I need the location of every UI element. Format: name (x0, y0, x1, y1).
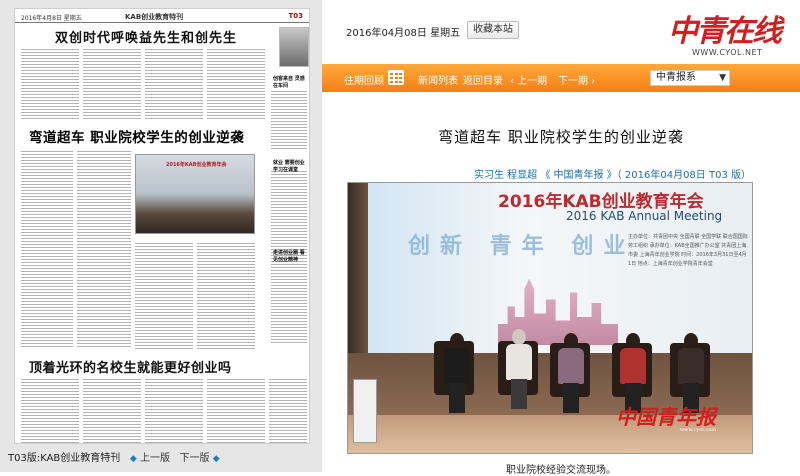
paper-headline-3[interactable]: 顶着光环的名校生就能更好创业吗 (29, 357, 232, 376)
article-photo: 2016年KAB创业教育年会 2016 KAB Annual Meeting 创… (347, 182, 753, 454)
newspaper-page[interactable]: 2016年4月8日 星期五 KAB创业教育特刊 T03 双创时代呼唤益先生和创先… (14, 8, 310, 444)
next-page-link[interactable]: 下一版 (180, 453, 210, 464)
paper-text-column (145, 377, 203, 443)
paper-text-column (207, 377, 265, 443)
nav-news-list[interactable]: 新闻列表 (418, 72, 458, 87)
paper-text-column (21, 149, 73, 349)
paper-page-number: T03 (288, 12, 303, 20)
screen-info: 主办单位：共青团中央 全国青联 全国学联 联合国国际劳工组织 承办单位：KAB全… (628, 234, 748, 267)
paper-section: KAB创业教育特刊 (125, 13, 184, 21)
grid-view-icon[interactable] (388, 70, 404, 85)
prev-arrow-icon: ◆ (129, 454, 137, 464)
logo-text: 中青在线 (668, 14, 782, 49)
article-byline: 实习生 程显超 《 中国青年报 》（ 2016年04月08日 T03 版） (474, 170, 751, 181)
paper-text-column (269, 377, 307, 443)
paper-text-column (83, 377, 141, 443)
paper-headline-1[interactable]: 双创时代呼唤益先生和创先生 (55, 27, 237, 46)
logo-url: WWW.CYOL.NET (692, 48, 763, 57)
panelist (554, 333, 588, 417)
paper-headline-2[interactable]: 弯道超车 职业院校学生的创业逆袭 (29, 126, 244, 146)
prev-page-link[interactable]: 上一版 (140, 453, 170, 464)
paper-text-column (21, 377, 79, 443)
site-logo[interactable]: 中青在线 WWW.CYOL.NET (662, 6, 788, 58)
nav-back-to-contents[interactable]: 返回目录 (463, 72, 503, 87)
photo-watermark: 中国青年报 www.cyol.com (616, 401, 716, 433)
paper-header: 2016年4月8日 星期五 KAB创业教育特刊 T03 (15, 9, 309, 23)
paper-text-column (145, 47, 203, 121)
paper-select[interactable]: 中青报系 ▼ (650, 70, 730, 86)
paper-text-column (77, 149, 131, 349)
nav-next-issue[interactable]: 下一期 › (558, 72, 595, 87)
paper-text-column (21, 47, 79, 121)
paper-portrait-photo (279, 27, 309, 67)
paper-page-nav: T03版:KAB创业教育特刊 ◆ 上一版 下一版 ◆ (8, 449, 318, 464)
favorite-button[interactable]: 收藏本站 (467, 21, 519, 39)
paper-text-column (83, 47, 141, 121)
paper-main-photo: 2016年KAB创业教育年会 (135, 154, 255, 234)
lectern (353, 379, 377, 443)
paper-side-title[interactable]: 就业 需要创业 学习在课堂 (273, 159, 309, 173)
watermark-text: 中国青年报 (616, 405, 716, 429)
paper-text-column (135, 241, 193, 349)
paper-page-label: T03版:KAB创业教育特刊 (8, 453, 121, 464)
photo-caption: 职业院校经验交流现场。 (506, 465, 616, 476)
newspaper-panel: 2016年4月8日 星期五 KAB创业教育特刊 T03 双创时代呼唤益先生和创先… (0, 0, 322, 472)
screen-words: 创新 青年 创业 (408, 234, 636, 259)
panelist (502, 329, 536, 413)
paper-select-value: 中青报系 (656, 72, 696, 83)
panelist (440, 333, 474, 417)
next-arrow-icon: ◆ (212, 454, 220, 464)
paper-text-column (197, 241, 255, 349)
paper-date: 2016年4月8日 星期五 (21, 15, 82, 22)
paper-text-column (207, 47, 265, 121)
stage-screen: 2016年KAB创业教育年会 2016 KAB Annual Meeting 创… (348, 183, 752, 353)
article-title: 弯道超车 职业院校学生的创业逆袭 (438, 128, 684, 146)
header-date: 2016年04月08日 星期五 (346, 28, 461, 39)
paper-side-title[interactable]: 创客来自 灵感在车间 (273, 75, 309, 89)
paper-photo-title: 2016年KAB创业教育年会 (166, 162, 227, 168)
chevron-down-icon: ▼ (719, 73, 726, 83)
paper-text-column (271, 89, 307, 149)
screen-subtitle: 2016 KAB Annual Meeting (566, 209, 723, 223)
nav-prev-issue[interactable]: ‹ 上一期 (510, 72, 547, 87)
nav-archive[interactable]: 往期回顾 (344, 72, 384, 87)
site-header: 2016年04月08日 星期五 收藏本站 中青在线 WWW.CYOL.NET (322, 0, 800, 64)
paper-side-title[interactable]: 走进创业圈 看见创业精神 (273, 249, 309, 263)
